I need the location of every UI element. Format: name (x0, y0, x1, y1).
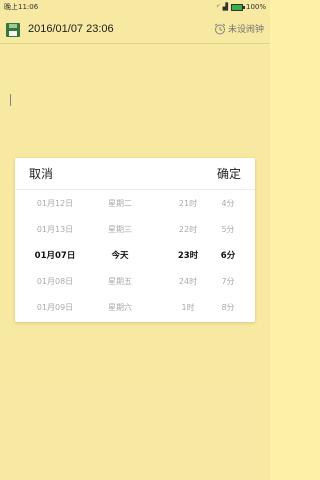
hour-cell[interactable]: 1时 (163, 302, 213, 313)
picker-row-selected[interactable]: 01月07日 今天 23时 6分 (15, 242, 255, 268)
picker-row[interactable]: 01月09日 星期六 1时 8分 (15, 294, 255, 320)
date-cell[interactable]: 01月08日 (25, 276, 85, 287)
minute-cell[interactable]: 7分 (213, 276, 243, 287)
cancel-button[interactable]: 取消 (29, 165, 53, 182)
hour-cell[interactable]: 21时 (163, 198, 213, 209)
picker-header: 取消 确定 (15, 158, 255, 190)
date-cell[interactable]: 01月07日 (25, 249, 85, 261)
weekday-cell[interactable]: 今天 (85, 249, 155, 261)
date-cell[interactable]: 01月13日 (25, 224, 85, 235)
picker-row[interactable]: 01月08日 星期五 24时 7分 (15, 268, 255, 294)
picker-row[interactable]: 01月13日 星期三 22时 5分 (15, 216, 255, 242)
hour-cell[interactable]: 24时 (163, 276, 213, 287)
picker-wheels[interactable]: 01月12日 星期二 21时 4分 01月13日 星期三 22时 5分 01月0… (15, 190, 255, 320)
picker-row[interactable]: 01月12日 星期二 21时 4分 (15, 190, 255, 216)
weekday-cell[interactable]: 星期三 (85, 224, 155, 235)
date-cell[interactable]: 01月09日 (25, 302, 85, 313)
hour-cell[interactable]: 22时 (163, 224, 213, 235)
minute-cell[interactable]: 6分 (213, 249, 243, 261)
minute-cell[interactable]: 8分 (213, 302, 243, 313)
minute-cell[interactable]: 5分 (213, 224, 243, 235)
hour-cell[interactable]: 23时 (163, 249, 213, 261)
minute-cell[interactable]: 4分 (213, 198, 243, 209)
weekday-cell[interactable]: 星期六 (85, 302, 155, 313)
weekday-cell[interactable]: 星期五 (85, 276, 155, 287)
datetime-picker-dialog: 取消 确定 01月12日 星期二 21时 4分 01月13日 星期三 22时 5… (15, 158, 255, 322)
date-cell[interactable]: 01月12日 (25, 198, 85, 209)
confirm-button[interactable]: 确定 (217, 165, 241, 182)
weekday-cell[interactable]: 星期二 (85, 198, 155, 209)
